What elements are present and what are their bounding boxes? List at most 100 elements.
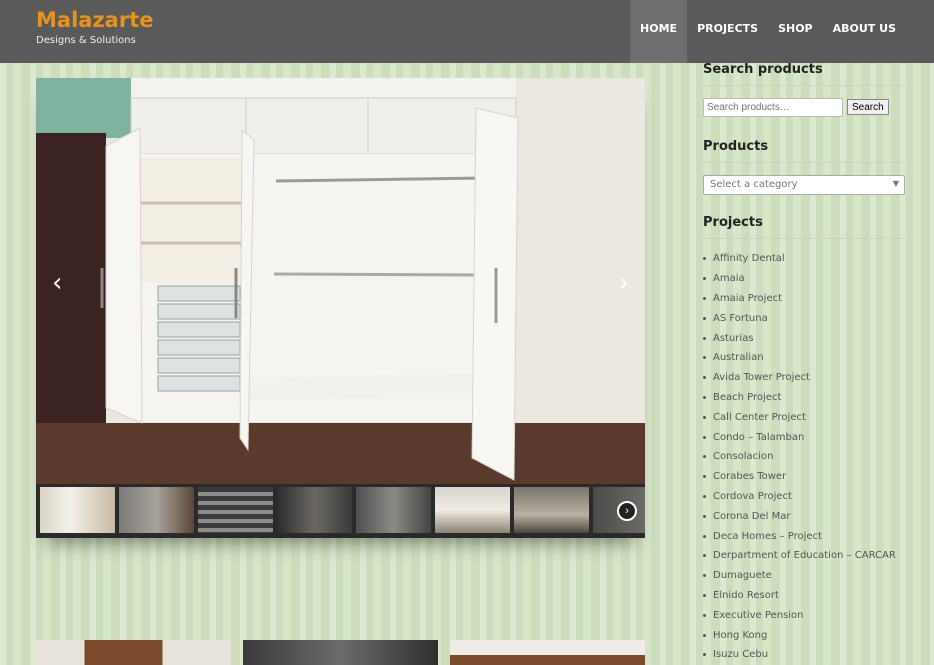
bullet-icon <box>703 574 706 578</box>
bullet-icon <box>703 296 706 300</box>
list-item[interactable]: Consolacion <box>703 447 906 467</box>
site-header: Malazarte Designs & Solutions HOME PROJE… <box>0 0 934 63</box>
list-item[interactable]: Hong Kong <box>703 625 906 645</box>
project-link[interactable]: Corona Del Mar <box>713 511 790 522</box>
list-item[interactable]: Amaia Project <box>703 289 906 309</box>
list-item[interactable]: Beach Project <box>703 388 906 408</box>
list-item[interactable]: Cordova Project <box>703 487 906 507</box>
thumbnails-next-button[interactable]: › <box>617 501 637 521</box>
list-item[interactable]: Elnido Resort <box>703 586 906 606</box>
project-link[interactable]: Amaia <box>713 273 745 284</box>
bullet-icon <box>703 277 706 281</box>
category-select[interactable]: Select a category ▼ <box>703 175 905 195</box>
bullet-icon <box>703 554 706 558</box>
project-tile[interactable] <box>450 640 645 665</box>
bullet-icon <box>703 514 706 518</box>
project-link[interactable]: Consolacion <box>713 451 773 462</box>
list-item[interactable]: AS Fortuna <box>703 308 906 328</box>
thumbnail[interactable] <box>435 487 510 533</box>
bullet-icon <box>703 316 706 320</box>
project-link[interactable]: Australian <box>713 352 764 363</box>
thumbnail[interactable] <box>356 487 431 533</box>
project-link[interactable]: Executive Pension <box>713 610 803 621</box>
thumbnail[interactable] <box>119 487 194 533</box>
search-button[interactable]: Search <box>847 99 889 115</box>
project-tiles <box>36 640 645 665</box>
list-item[interactable]: Asturias <box>703 328 906 348</box>
chevron-right-icon[interactable]: › <box>619 268 629 298</box>
caret-down-icon: ▼ <box>892 179 899 188</box>
main-nav: HOME PROJECTS SHOP ABOUT US <box>630 0 906 63</box>
list-item[interactable]: Derpartment of Education – CARCAR <box>703 546 906 566</box>
project-tile[interactable] <box>36 640 231 665</box>
project-link[interactable]: Isuzu Cebu <box>713 649 768 660</box>
projects-title: Projects <box>703 215 906 239</box>
list-item[interactable]: Dumaguete <box>703 566 906 586</box>
project-link[interactable]: Corabes Tower <box>713 471 786 482</box>
bullet-icon <box>703 356 706 360</box>
project-link[interactable]: Derpartment of Education – CARCAR <box>713 550 896 561</box>
bullet-icon <box>703 475 706 479</box>
bullet-icon <box>703 494 706 498</box>
site-subtitle: Designs & Solutions <box>36 35 136 46</box>
list-item[interactable]: Affinity Dental <box>703 249 906 269</box>
list-item[interactable]: Avida Tower Project <box>703 368 906 388</box>
thumbnail[interactable] <box>277 487 352 533</box>
project-link[interactable]: Dumaguete <box>713 570 772 581</box>
image-slider: ‹ › › <box>36 78 645 538</box>
list-item[interactable]: Executive Pension <box>703 605 906 625</box>
bullet-icon <box>703 455 706 459</box>
product-search-form: Search <box>703 98 906 117</box>
project-link[interactable]: Avida Tower Project <box>713 372 810 383</box>
project-link[interactable]: Cordova Project <box>713 491 792 502</box>
chevron-left-icon[interactable]: ‹ <box>52 268 62 298</box>
category-select-value: Select a category <box>710 179 798 190</box>
thumbnail[interactable] <box>40 487 115 533</box>
list-item[interactable]: Corabes Tower <box>703 467 906 487</box>
bullet-icon <box>703 336 706 340</box>
project-link[interactable]: Hong Kong <box>713 630 767 641</box>
project-link[interactable]: Call Center Project <box>713 412 806 423</box>
search-input[interactable] <box>703 98 843 117</box>
thumbnail[interactable] <box>198 487 273 533</box>
site-title[interactable]: Malazarte <box>36 8 153 32</box>
nav-projects[interactable]: PROJECTS <box>687 0 768 63</box>
project-link[interactable]: Elnido Resort <box>713 590 779 601</box>
search-products-title: Search products <box>703 62 906 86</box>
thumbnail[interactable] <box>514 487 589 533</box>
bullet-icon <box>703 376 706 380</box>
nav-about-us[interactable]: ABOUT US <box>823 0 906 63</box>
list-item[interactable]: Corona Del Mar <box>703 506 906 526</box>
wardrobe-photo <box>36 78 645 484</box>
project-link[interactable]: Amaia Project <box>713 293 782 304</box>
bullet-icon <box>703 435 706 439</box>
bullet-icon <box>703 395 706 399</box>
bullet-icon <box>703 653 706 657</box>
bullet-icon <box>703 257 706 261</box>
project-link[interactable]: Deca Homes – Project <box>713 531 822 542</box>
projects-list: Affinity Dental Amaia Amaia Project AS F… <box>703 249 906 665</box>
project-link[interactable]: Beach Project <box>713 392 781 403</box>
list-item[interactable]: Australian <box>703 348 906 368</box>
list-item[interactable]: Call Center Project <box>703 407 906 427</box>
bullet-icon <box>703 613 706 617</box>
bullet-icon <box>703 593 706 597</box>
nav-shop[interactable]: SHOP <box>768 0 823 63</box>
bullet-icon <box>703 633 706 637</box>
list-item[interactable]: Deca Homes – Project <box>703 526 906 546</box>
sidebar: Search products Search Products Select a… <box>703 62 906 665</box>
project-tile[interactable] <box>243 640 438 665</box>
list-item[interactable]: Condo – Talamban <box>703 427 906 447</box>
list-item[interactable]: Amaia <box>703 269 906 289</box>
list-item[interactable]: Isuzu Cebu <box>703 645 906 665</box>
chevron-right-icon: › <box>625 505 629 517</box>
project-link[interactable]: Condo – Talamban <box>713 432 804 443</box>
project-link[interactable]: Affinity Dental <box>713 253 785 264</box>
site-logo[interactable]: Malazarte Designs & Solutions <box>36 8 153 46</box>
project-link[interactable]: AS Fortuna <box>713 313 768 324</box>
bullet-icon <box>703 415 706 419</box>
bullet-icon <box>703 534 706 538</box>
products-title: Products <box>703 139 906 163</box>
project-link[interactable]: Asturias <box>713 333 754 344</box>
nav-home[interactable]: HOME <box>630 0 688 63</box>
